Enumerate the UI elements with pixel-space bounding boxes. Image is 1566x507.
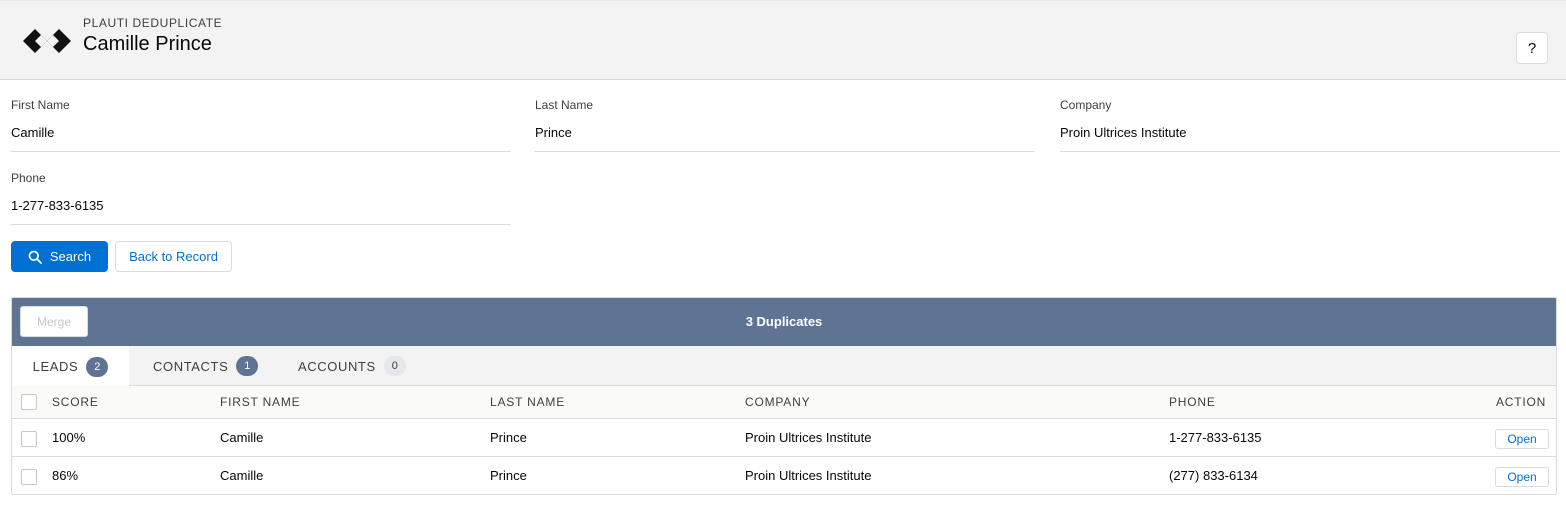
- search-button-label: Search: [49, 249, 92, 264]
- first-name-label: First Name: [11, 98, 70, 112]
- first-name-field[interactable]: First Name Camille: [11, 80, 511, 152]
- tab-contacts[interactable]: CONTACTS 1: [153, 346, 259, 386]
- last-name-label: Last Name: [535, 98, 594, 112]
- tab-accounts-count: 0: [383, 356, 406, 376]
- row-score: 100%: [52, 430, 86, 445]
- open-button[interactable]: Open: [1495, 467, 1549, 487]
- company-value[interactable]: Proin Ultrices Institute: [1060, 125, 1186, 140]
- table-row: 100% Camille Prince Proin Ultrices Insti…: [12, 419, 1556, 457]
- column-phone[interactable]: PHONE: [1169, 386, 1216, 419]
- duplicate-count: 3 Duplicates: [745, 314, 823, 329]
- row-phone: (277) 833-6134: [1169, 468, 1258, 483]
- phone-label: Phone: [11, 171, 46, 185]
- app-name: PLAUTI DEDUPLICATE: [83, 16, 223, 30]
- column-action: ACTION: [1496, 395, 1547, 409]
- column-company[interactable]: COMPANY: [745, 386, 810, 419]
- object-tabs: LEADS 2 CONTACTS 1 ACCOUNTS 0: [12, 346, 1556, 387]
- table-row: 86% Camille Prince Proin Ultrices Instit…: [12, 457, 1556, 494]
- column-score[interactable]: SCORE: [52, 386, 99, 419]
- last-name-field[interactable]: Last Name Prince: [535, 80, 1035, 152]
- help-button[interactable]: ?: [1516, 32, 1548, 64]
- row-company: Proin Ultrices Institute: [745, 430, 872, 445]
- row-first-name: Camille: [220, 468, 264, 483]
- search-icon: [28, 250, 42, 264]
- merge-button[interactable]: Merge: [20, 306, 88, 337]
- plauti-logo-icon: [23, 29, 71, 53]
- first-name-value[interactable]: Camille: [11, 125, 54, 140]
- tab-contacts-count: 1: [236, 356, 259, 376]
- duplicates-panel: 3 Duplicates Merge LEADS 2 CONTACTS 1 AC…: [11, 297, 1557, 495]
- column-last-name[interactable]: LAST NAME: [490, 386, 565, 419]
- row-checkbox[interactable]: [21, 469, 37, 485]
- column-first-name[interactable]: FIRST NAME: [220, 386, 300, 419]
- row-company: Proin Ultrices Institute: [745, 468, 872, 483]
- last-name-value[interactable]: Prince: [535, 125, 572, 140]
- tab-leads-count: 2: [86, 356, 109, 377]
- tab-accounts-label: ACCOUNTS: [298, 358, 376, 374]
- open-button[interactable]: Open: [1495, 429, 1549, 449]
- phone-value[interactable]: 1-277-833-6135: [11, 198, 104, 213]
- company-label: Company: [1060, 98, 1112, 112]
- phone-field[interactable]: Phone 1-277-833-6135: [11, 153, 511, 225]
- row-last-name: Prince: [490, 430, 527, 445]
- row-last-name: Prince: [490, 468, 527, 483]
- tab-contacts-label: CONTACTS: [153, 358, 229, 374]
- search-button[interactable]: Search: [11, 241, 108, 272]
- duplicates-header: 3 Duplicates Merge: [12, 298, 1556, 346]
- page-title: Camille Prince: [83, 33, 212, 55]
- company-field[interactable]: Company Proin Ultrices Institute: [1060, 80, 1560, 152]
- row-first-name: Camille: [220, 430, 264, 445]
- tab-accounts[interactable]: ACCOUNTS 0: [298, 346, 406, 386]
- select-all-checkbox[interactable]: [21, 394, 37, 410]
- row-checkbox[interactable]: [21, 431, 37, 447]
- tab-leads-label: LEADS: [32, 359, 79, 374]
- row-score: 86%: [52, 468, 79, 483]
- tab-leads[interactable]: LEADS 2: [12, 346, 129, 387]
- back-to-record-button[interactable]: Back to Record: [115, 241, 232, 272]
- table-header: SCORE FIRST NAME LAST NAME COMPANY PHONE…: [12, 386, 1556, 419]
- row-phone: 1-277-833-6135: [1169, 430, 1262, 445]
- page-header: PLAUTI DEDUPLICATE Camille Prince ?: [0, 0, 1566, 80]
